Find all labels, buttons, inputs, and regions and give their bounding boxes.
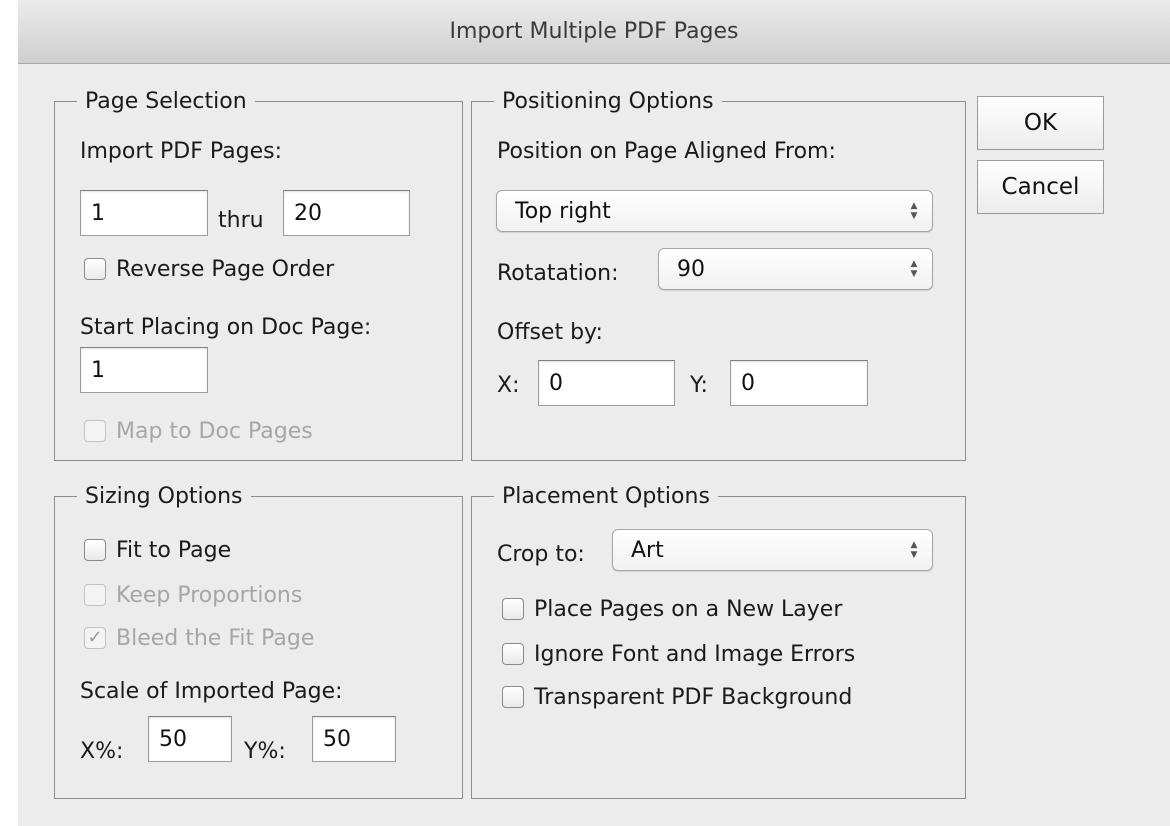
sizing-legend: Sizing Options xyxy=(85,484,243,509)
title-bar: Import Multiple PDF Pages xyxy=(18,0,1170,64)
transparent-background-checkbox[interactable]: Transparent PDF Background xyxy=(502,682,852,712)
offset-y-input[interactable] xyxy=(730,360,868,406)
y-percent-label: Y%: xyxy=(244,739,286,764)
positioning-legend: Positioning Options xyxy=(502,89,714,114)
y-percent-input[interactable] xyxy=(312,716,396,762)
ignore-label: Ignore Font and Image Errors xyxy=(534,641,856,667)
transparent-label: Transparent PDF Background xyxy=(534,684,853,710)
rotation-value: 90 xyxy=(677,256,705,282)
fit-checkbox-box[interactable] xyxy=(84,539,106,561)
to-page-input[interactable] xyxy=(283,190,410,236)
x-percent-label: X%: xyxy=(80,739,124,764)
offset-x-input[interactable] xyxy=(538,360,675,406)
aligned-from-label: Position on Page Aligned From: xyxy=(497,139,836,164)
select-arrows-icon: ▲ ▼ xyxy=(910,201,918,221)
x-percent-input[interactable] xyxy=(148,716,232,762)
keep-checkbox-box[interactable] xyxy=(84,584,106,606)
reverse-page-order-checkbox[interactable]: Reverse Page Order xyxy=(84,254,334,284)
start-placing-label: Start Placing on Doc Page: xyxy=(80,315,372,340)
rotation-label: Rotatation: xyxy=(497,261,619,286)
map-checkbox-box[interactable] xyxy=(84,420,106,442)
page-selection-legend: Page Selection xyxy=(85,89,247,114)
new-layer-checkbox[interactable]: Place Pages on a New Layer xyxy=(502,594,842,624)
aligned-from-select[interactable]: Top right ▲ ▼ xyxy=(496,190,933,232)
rotation-select[interactable]: 90 ▲ ▼ xyxy=(658,248,933,290)
crop-to-value: Art xyxy=(631,537,664,563)
crop-to-label: Crop to: xyxy=(497,542,585,567)
dialog-title: Import Multiple PDF Pages xyxy=(449,19,739,44)
aligned-from-value: Top right xyxy=(515,198,611,224)
import-pages-label: Import PDF Pages: xyxy=(80,139,282,164)
start-page-input[interactable] xyxy=(80,347,208,393)
map-label: Map to Doc Pages xyxy=(116,418,313,444)
bleed-fit-page-checkbox[interactable]: ✓ Bleed the Fit Page xyxy=(84,623,314,653)
thru-label: thru xyxy=(218,208,264,233)
fit-label: Fit to Page xyxy=(116,537,232,563)
select-arrows-icon: ▲ ▼ xyxy=(910,259,918,279)
cancel-button[interactable]: Cancel xyxy=(977,160,1104,214)
scale-label: Scale of Imported Page: xyxy=(80,679,343,704)
reverse-checkbox-box[interactable] xyxy=(84,258,106,280)
bleed-label: Bleed the Fit Page xyxy=(116,625,315,651)
from-page-input[interactable] xyxy=(80,190,208,236)
select-arrows-icon: ▲ ▼ xyxy=(910,540,918,560)
new-layer-checkbox-box[interactable] xyxy=(502,598,524,620)
fit-to-page-checkbox[interactable]: Fit to Page xyxy=(84,535,231,565)
offset-by-label: Offset by: xyxy=(497,320,603,345)
placement-legend: Placement Options xyxy=(502,484,710,509)
map-to-doc-pages-checkbox[interactable]: Map to Doc Pages xyxy=(84,416,313,446)
ok-button[interactable]: OK xyxy=(977,96,1104,150)
ignore-checkbox-box[interactable] xyxy=(502,643,524,665)
ignore-errors-checkbox[interactable]: Ignore Font and Image Errors xyxy=(502,639,855,669)
offset-x-label: X: xyxy=(497,373,520,398)
import-dialog: Page Selection Import PDF Pages: thru Re… xyxy=(18,64,1170,826)
checkmark-icon[interactable]: ✓ xyxy=(84,627,106,649)
offset-y-label: Y: xyxy=(690,373,708,398)
keep-label: Keep Proportions xyxy=(116,582,303,608)
transparent-checkbox-box[interactable] xyxy=(502,686,524,708)
keep-proportions-checkbox[interactable]: Keep Proportions xyxy=(84,580,302,610)
crop-to-select[interactable]: Art ▲ ▼ xyxy=(612,529,933,571)
reverse-label: Reverse Page Order xyxy=(116,256,335,282)
new-layer-label: Place Pages on a New Layer xyxy=(534,596,843,622)
